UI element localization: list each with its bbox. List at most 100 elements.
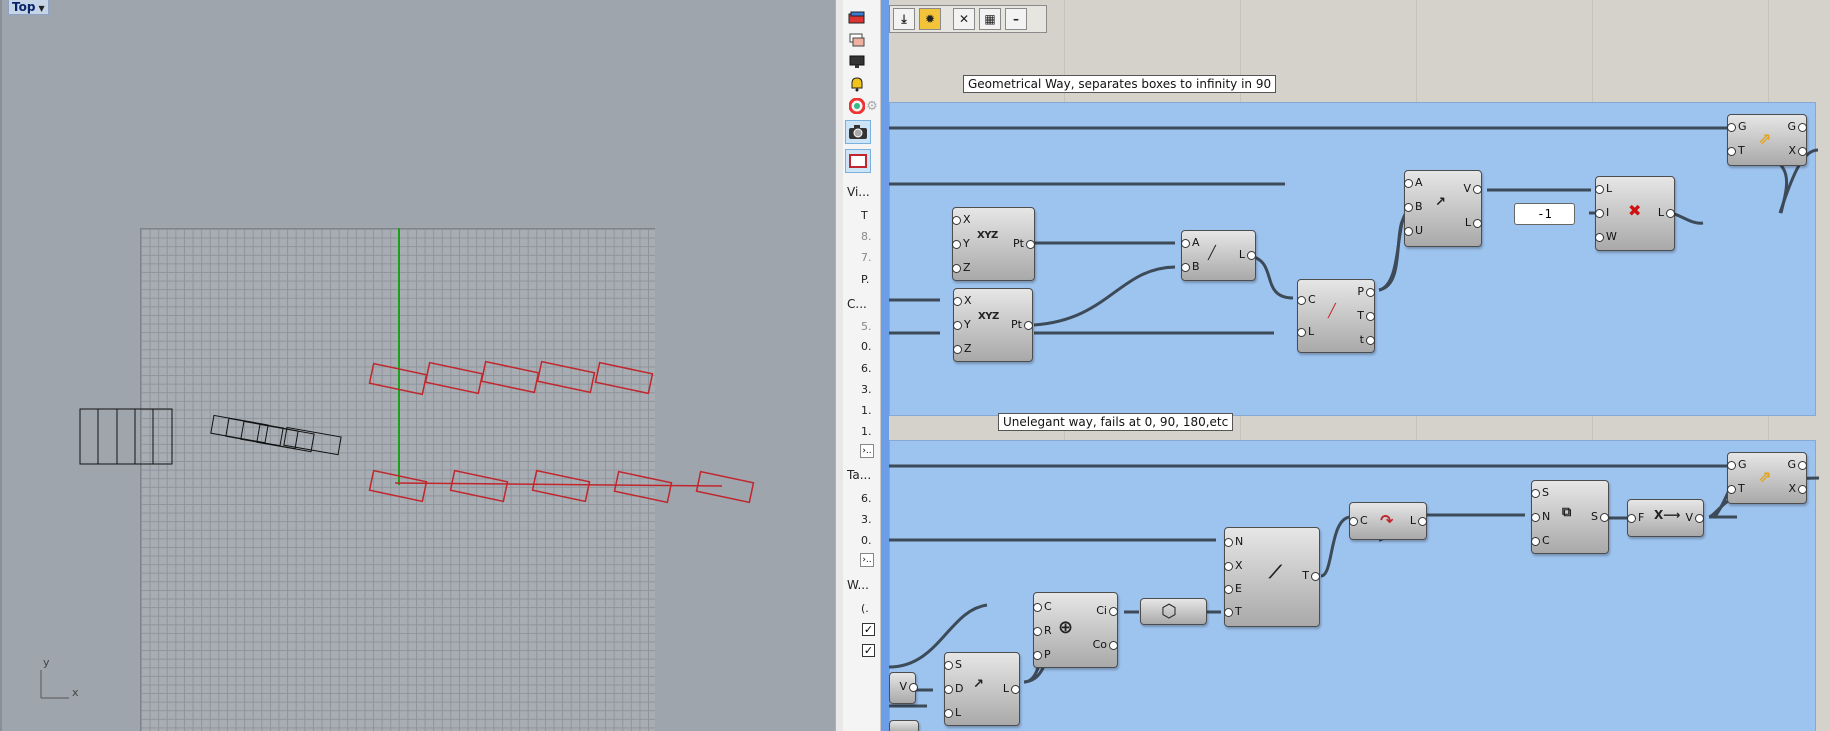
- port-x[interactable]: X: [952, 214, 971, 226]
- port-z[interactable]: Z: [953, 343, 972, 355]
- port-g[interactable]: G: [1787, 121, 1806, 133]
- port-c[interactable]: C: [1349, 515, 1368, 527]
- port-x[interactable]: X: [1788, 483, 1806, 495]
- port-w[interactable]: W: [1595, 231, 1617, 243]
- construct-point-component[interactable]: X Y Z XYZ Pt: [953, 288, 1033, 362]
- line-component[interactable]: A B ╱ L: [1181, 230, 1257, 281]
- port-y[interactable]: Y: [952, 238, 970, 250]
- bell-icon[interactable]: [845, 74, 869, 94]
- port-t[interactable]: T: [1224, 606, 1242, 618]
- move-component[interactable]: G T ⇗ G X: [1727, 452, 1807, 504]
- book-stack-icon[interactable]: [845, 8, 869, 28]
- deconstruct-vector-component[interactable]: F X⟶ V: [1626, 499, 1704, 537]
- port-r[interactable]: R: [1033, 625, 1052, 637]
- circle-fit-component[interactable]: C R P ⊕ Ci Co: [1033, 592, 1119, 668]
- viewport-geometry: [40, 228, 755, 699]
- port-i[interactable]: I: [1594, 207, 1609, 219]
- wallpaper-checkbox[interactable]: ✓: [862, 644, 875, 657]
- port-l[interactable]: L: [1658, 207, 1676, 219]
- number-panel[interactable]: -1: [1514, 203, 1575, 225]
- layers-icon[interactable]: [845, 30, 869, 50]
- section-wallpaper-label: W...: [847, 578, 869, 592]
- port-u[interactable]: U: [1403, 225, 1423, 237]
- evaluate-length-component[interactable]: C L ╱ P T t: [1296, 279, 1377, 353]
- port-v[interactable]: V: [899, 681, 917, 693]
- port-n[interactable]: N: [1530, 511, 1550, 523]
- port-p[interactable]: P: [1357, 286, 1375, 298]
- port-l[interactable]: L: [1410, 515, 1428, 527]
- sweep-component[interactable]: N X E T ⟋ T: [1223, 527, 1320, 627]
- port-y[interactable]: Y: [953, 319, 971, 331]
- port-c[interactable]: C: [1033, 601, 1052, 613]
- port-e[interactable]: E: [1224, 583, 1242, 595]
- port-a[interactable]: A: [1404, 177, 1423, 189]
- port-l[interactable]: L: [1296, 326, 1314, 338]
- port-pt[interactable]: Pt: [1011, 319, 1033, 331]
- port-f[interactable]: F: [1626, 512, 1644, 524]
- port-b[interactable]: B: [1404, 201, 1423, 213]
- port-g[interactable]: G: [1787, 459, 1806, 471]
- target-more-button[interactable]: ›..: [860, 553, 874, 567]
- port-g[interactable]: G: [1727, 121, 1747, 133]
- port-t[interactable]: T: [1727, 145, 1745, 157]
- hexagon-component[interactable]: ⬡: [1140, 598, 1207, 625]
- port-c[interactable]: C: [1531, 535, 1550, 547]
- camera-more-button[interactable]: ›..: [860, 444, 874, 458]
- series-component[interactable]: S N C ⧉ S: [1530, 480, 1609, 554]
- vector-icon: ↗: [1435, 195, 1446, 210]
- evaluate-icon: ╱: [1328, 304, 1336, 319]
- port-t[interactable]: T: [1357, 310, 1375, 322]
- properties-panel: ⚙ Vi... T 8. 7. P. C... 5. 0. 6. 3. 1. 1…: [843, 0, 881, 731]
- port-d[interactable]: D: [943, 683, 963, 695]
- port-l[interactable]: L: [1239, 249, 1257, 261]
- port-v[interactable]: V: [1463, 183, 1481, 195]
- port-x[interactable]: X: [1788, 145, 1806, 157]
- port-co[interactable]: Co: [1093, 639, 1119, 651]
- port-s[interactable]: S: [944, 659, 962, 671]
- viewport-splitter[interactable]: [835, 0, 843, 731]
- port-v[interactable]: V: [1685, 512, 1703, 524]
- port-c[interactable]: C: [1297, 294, 1316, 306]
- port-t-param[interactable]: t: [1360, 334, 1377, 346]
- frame-icon[interactable]: [845, 149, 871, 173]
- vector-icon: ↗: [973, 677, 984, 692]
- hexagon-icon: ⬡: [1161, 601, 1177, 622]
- partial-component[interactable]: [889, 720, 919, 731]
- port-g[interactable]: G: [1727, 459, 1747, 471]
- port-l[interactable]: L: [1003, 683, 1021, 695]
- display-icon[interactable]: [845, 52, 869, 72]
- port-x[interactable]: X: [953, 295, 972, 307]
- vector-2pt-component[interactable]: A B U ↗ V L: [1403, 170, 1483, 247]
- camera-icon[interactable]: [845, 120, 871, 144]
- port-l[interactable]: L: [943, 707, 961, 719]
- move-icon: ⇗: [1758, 467, 1772, 486]
- panel-value: 3.: [861, 513, 872, 526]
- port-l[interactable]: L: [1594, 183, 1612, 195]
- wallpaper-checkbox[interactable]: ✓: [862, 623, 875, 636]
- curve-component[interactable]: C ↷ L: [1349, 502, 1428, 540]
- port-ci[interactable]: Ci: [1096, 605, 1118, 617]
- port-p[interactable]: P: [1033, 649, 1051, 661]
- port-b[interactable]: B: [1181, 261, 1200, 273]
- rhino-top-viewport[interactable]: Top ▼ y x: [0, 0, 835, 731]
- gear-icon[interactable]: ⚙: [865, 96, 879, 116]
- port-l[interactable]: L: [1465, 217, 1483, 229]
- grasshopper-canvas[interactable]: ⤓ ✹ ✕ ▦ – Geometrical Way, separates box…: [889, 0, 1830, 731]
- port-n[interactable]: N: [1223, 536, 1243, 548]
- panel-value: (.: [861, 602, 869, 615]
- port-t[interactable]: T: [1727, 483, 1745, 495]
- original-boxes: [79, 408, 173, 465]
- move-component[interactable]: G T ⇗ G X: [1727, 114, 1807, 166]
- cull-index-component[interactable]: L I W ✖ L: [1594, 176, 1676, 251]
- construct-point-component[interactable]: X Y Z XYZ Pt: [952, 207, 1035, 281]
- port-s[interactable]: S: [1531, 487, 1549, 499]
- vector-param-component[interactable]: V: [889, 672, 917, 704]
- port-z[interactable]: Z: [952, 262, 971, 274]
- port-s[interactable]: S: [1591, 511, 1609, 523]
- port-pt[interactable]: Pt: [1013, 238, 1035, 250]
- vector-amplitude-component[interactable]: S D L ↗ L: [943, 652, 1021, 726]
- port-x[interactable]: X: [1224, 560, 1243, 572]
- port-t[interactable]: T: [1302, 570, 1320, 582]
- brush-icon: ⟋: [1269, 562, 1282, 583]
- port-a[interactable]: A: [1181, 237, 1200, 249]
